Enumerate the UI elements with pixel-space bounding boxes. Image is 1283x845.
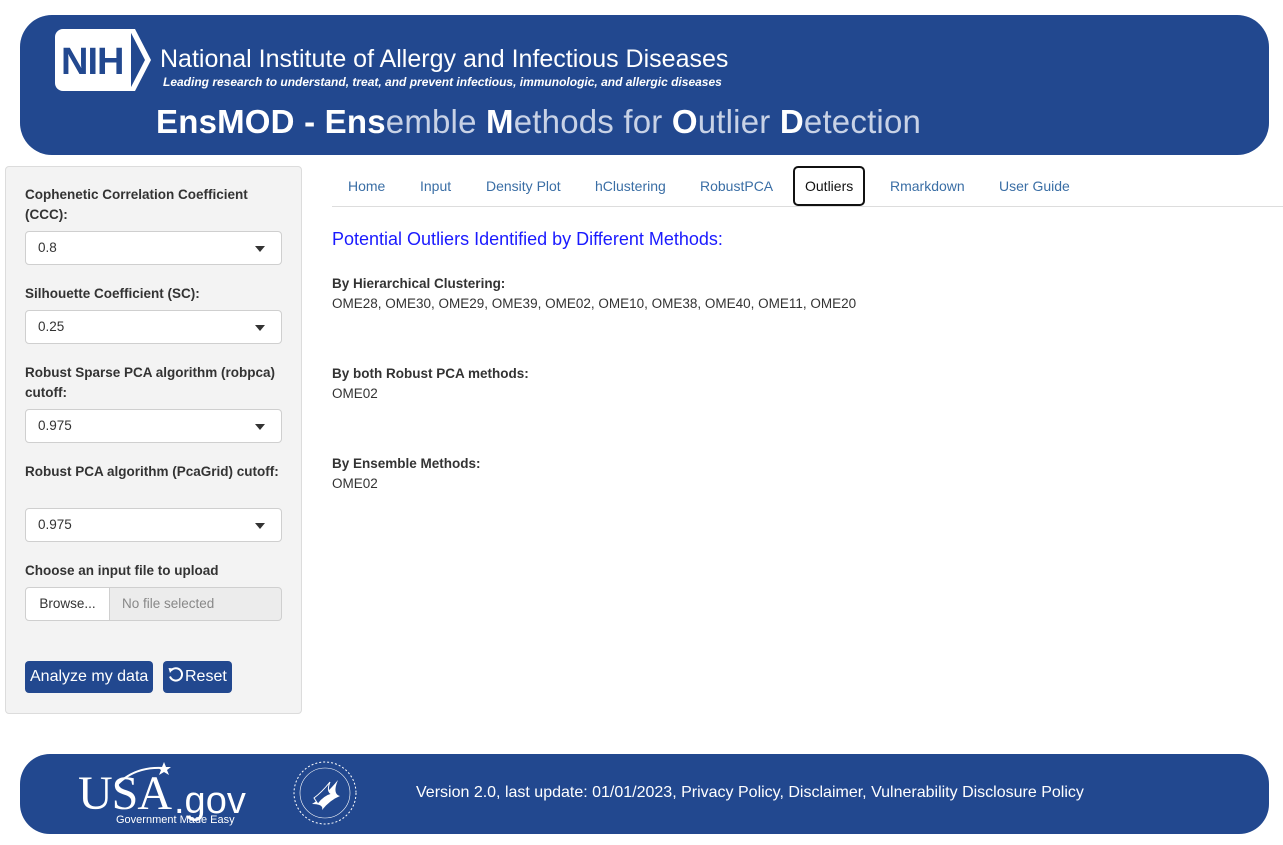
- usa-logo-text: USA: [78, 767, 172, 820]
- sc-select-value: 0.25: [38, 319, 65, 334]
- robpca-select[interactable]: 0.975: [25, 409, 282, 443]
- ccc-label: Cophenetic Correlation Coefficient (CCC)…: [25, 187, 248, 222]
- app-title-part: utlier: [697, 103, 780, 140]
- reset-label: Reset: [185, 668, 227, 685]
- app-title-part: emble: [385, 103, 487, 140]
- privacy-policy-link[interactable]: Privacy Policy: [681, 784, 779, 801]
- chevron-down-icon: [255, 424, 265, 430]
- hclust-outliers-label: By Hierarchical Clustering:: [332, 276, 506, 291]
- version-text: Version 2.0, last update: 01/01/2023,: [416, 784, 682, 801]
- ccc-select-value: 0.8: [38, 240, 57, 255]
- outliers-heading: Potential Outliers Identified by Differe…: [332, 229, 723, 249]
- ensemble-outliers-label: By Ensemble Methods:: [332, 456, 481, 471]
- nih-logo[interactable]: NIH: [55, 29, 155, 91]
- vulnerability-disclosure-link[interactable]: Vulnerability Disclosure Policy: [871, 784, 1084, 801]
- usa-logo-subtitle: Government Made Easy: [116, 814, 235, 826]
- tab-home[interactable]: Home: [348, 166, 385, 206]
- ccc-select[interactable]: 0.8: [25, 231, 282, 265]
- tab-input[interactable]: Input: [420, 166, 451, 206]
- tab-outliers[interactable]: Outliers: [793, 166, 866, 206]
- usa-gov-logo[interactable]: USA .gov Government Made Easy: [56, 760, 276, 828]
- tab-robustpca[interactable]: RobustPCA: [700, 166, 773, 206]
- hhs-seal-icon[interactable]: [292, 760, 358, 826]
- app-title-part: M: [486, 103, 514, 140]
- ensemble-outliers-value: OME02: [332, 476, 378, 491]
- sidebar-panel: Cophenetic Correlation Coefficient (CCC)…: [5, 166, 302, 714]
- tab-bar: Home Input Density Plot hClustering Robu…: [332, 166, 1283, 207]
- disclaimer-link[interactable]: Disclaimer: [788, 784, 862, 801]
- tab-rmarkdown[interactable]: Rmarkdown: [890, 166, 965, 206]
- file-name-field: No file selected: [109, 587, 282, 621]
- app-title-part: O: [671, 103, 698, 140]
- app-title-part: etection: [803, 103, 922, 140]
- hclust-outliers-value: OME28, OME30, OME29, OME39, OME02, OME10…: [332, 296, 857, 311]
- file-upload: Browse... No file selected: [25, 587, 282, 621]
- browse-button[interactable]: Browse...: [25, 587, 110, 621]
- app-title: EnsMOD - Ensemble Methods for Outlier De…: [156, 103, 921, 141]
- robpca-select-value: 0.975: [38, 418, 72, 433]
- file-upload-label: Choose an input file to upload: [25, 563, 219, 578]
- sc-label: Silhouette Coefficient (SC):: [25, 286, 200, 301]
- institute-name: National Institute of Allergy and Infect…: [160, 45, 729, 73]
- reset-button[interactable]: Reset: [163, 661, 232, 693]
- app-title-part: D: [779, 103, 804, 140]
- pcagrid-label: Robust PCA algorithm (PcaGrid) cutoff:: [25, 464, 279, 479]
- tab-hclustering[interactable]: hClustering: [595, 166, 666, 206]
- footer-info: Version 2.0, last update: 01/01/2023, Pr…: [416, 784, 1084, 801]
- robustpca-outliers-label: By both Robust PCA methods:: [332, 366, 529, 381]
- institute-tagline: Leading research to understand, treat, a…: [163, 75, 722, 89]
- tab-density-plot[interactable]: Density Plot: [486, 166, 561, 206]
- sc-select[interactable]: 0.25: [25, 310, 282, 344]
- tab-user-guide[interactable]: User Guide: [999, 166, 1070, 206]
- pcagrid-select-value: 0.975: [38, 517, 72, 532]
- analyze-button[interactable]: Analyze my data: [25, 661, 154, 693]
- reset-icon: [168, 667, 183, 682]
- nih-chevron-icon: [129, 29, 151, 91]
- app-title-part: EnsMOD - Ens: [156, 103, 386, 140]
- chevron-down-icon: [255, 523, 265, 529]
- chevron-down-icon: [255, 246, 265, 252]
- robustpca-outliers-value: OME02: [332, 386, 378, 401]
- pcagrid-select[interactable]: 0.975: [25, 508, 282, 542]
- app-title-part: ethods for: [513, 103, 672, 140]
- robpca-label: Robust Sparse PCA algorithm (robpca) cut…: [25, 365, 276, 400]
- chevron-down-icon: [255, 325, 265, 331]
- site-footer: USA .gov Government Made Easy Version 2.…: [20, 754, 1269, 834]
- site-header: NIH National Institute of Allergy and In…: [20, 15, 1269, 155]
